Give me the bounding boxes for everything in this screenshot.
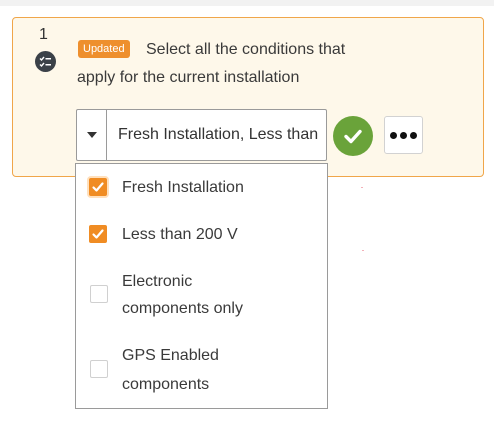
dropdown-toggle[interactable]: [77, 110, 107, 160]
option-label-less-than-200v[interactable]: Less than 200 V: [122, 221, 238, 248]
option-label-gps-line1[interactable]: GPS Enabled: [122, 342, 219, 369]
more-dots-icon: [410, 131, 417, 139]
updated-badge: Updated: [78, 40, 130, 58]
option-label-electronic-line2[interactable]: components only: [122, 295, 243, 322]
option-label-electronic-line1[interactable]: Electronic: [122, 268, 192, 295]
caret-down-icon: [86, 132, 97, 138]
conditions-select[interactable]: Fresh Installation, Less than 200 V: [76, 109, 327, 161]
more-dots-icon: [390, 131, 397, 139]
option-checkbox-fresh-installation[interactable]: [89, 178, 107, 196]
question-text-line2: apply for the current installation: [77, 69, 300, 86]
artifact-dot: [361, 187, 363, 188]
option-checkbox-gps-enabled[interactable]: [90, 360, 108, 378]
checkmark-icon: [344, 129, 362, 144]
selected-values: Fresh Installation, Less than 200 V: [118, 126, 322, 143]
question-text-line1: Select all the conditions that: [146, 41, 346, 58]
option-checkbox-less-than-200v[interactable]: [89, 225, 107, 243]
option-label-gps-line2[interactable]: components: [122, 371, 209, 398]
artifact-dot: [362, 250, 364, 251]
option-label-fresh-installation[interactable]: Fresh Installation: [122, 174, 244, 201]
more-dots-icon: [400, 131, 407, 139]
checkmark-icon: [92, 182, 104, 192]
question-number: 1: [39, 26, 48, 43]
checkmark-icon: [92, 229, 104, 239]
more-options-button[interactable]: [384, 116, 423, 154]
checklist-icon: [35, 51, 56, 72]
confirm-button[interactable]: [333, 116, 373, 156]
options-dropdown: Fresh Installation Less than 200 V Elect…: [75, 163, 328, 409]
option-checkbox-electronic-components[interactable]: [90, 285, 108, 303]
top-strip: [0, 0, 494, 6]
